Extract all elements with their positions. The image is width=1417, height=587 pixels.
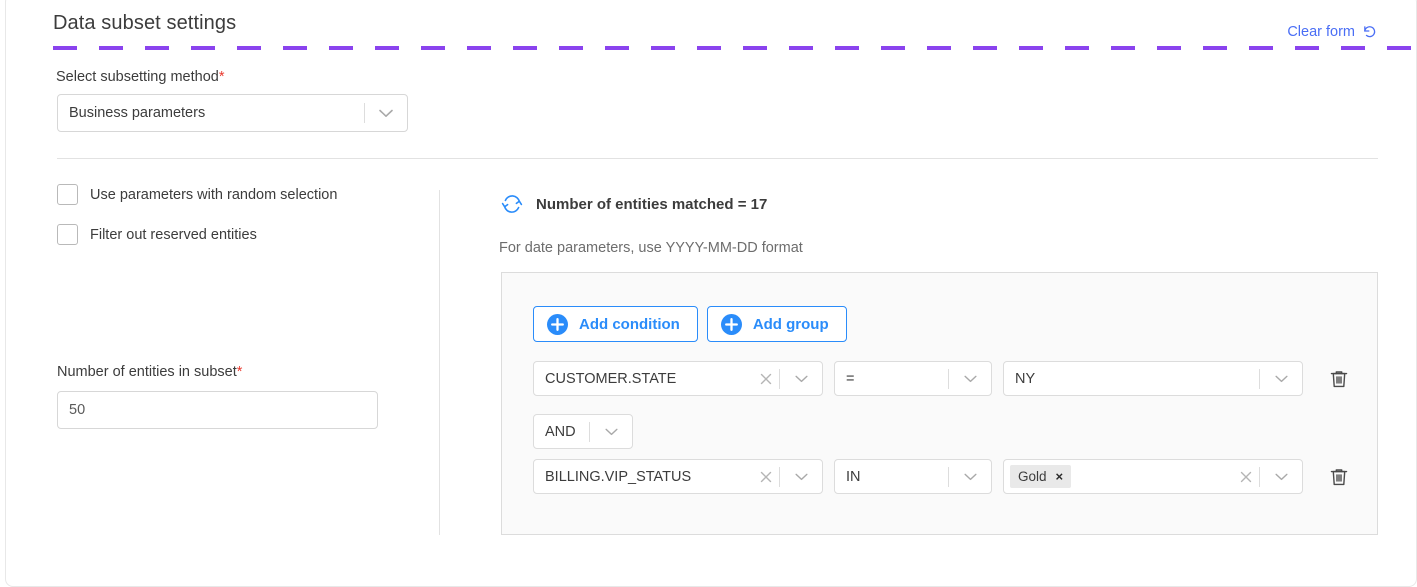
- plus-circle-icon: [547, 313, 568, 335]
- checkbox-filter-reserved[interactable]: Filter out reserved entities: [57, 224, 257, 245]
- refresh-undo-icon: [1361, 23, 1378, 40]
- clear-form-label: Clear form: [1287, 23, 1355, 40]
- entities-count-value: 50: [69, 402, 86, 418]
- checkbox-box[interactable]: [57, 224, 78, 245]
- logical-operator-value: AND: [545, 423, 576, 440]
- entities-count-input[interactable]: 50: [57, 391, 378, 429]
- trash-icon[interactable]: [1328, 368, 1350, 390]
- chevron-down-icon[interactable]: [780, 375, 822, 383]
- value-chip: Gold ×: [1010, 465, 1072, 488]
- subsetting-method-label-text: Select subsetting method: [56, 69, 219, 85]
- checkbox-box[interactable]: [57, 184, 78, 205]
- entities-matched: Number of entities matched = 17: [500, 192, 767, 216]
- subsetting-method-value: Business parameters: [69, 105, 206, 121]
- checkbox-random-selection[interactable]: Use parameters with random selection: [57, 184, 337, 205]
- entities-count-label: Number of entities in subset*: [57, 364, 242, 380]
- condition-value-multiselect[interactable]: Gold ×: [1003, 459, 1303, 494]
- close-x-icon[interactable]: [753, 471, 779, 483]
- query-actions: Add condition Add group: [533, 306, 847, 342]
- chevron-down-icon[interactable]: [949, 473, 991, 481]
- condition-row: CUSTOMER.STATE = NY: [533, 361, 1350, 396]
- required-asterisk: *: [218, 69, 225, 85]
- column-divider: [439, 190, 440, 535]
- condition-field-select[interactable]: CUSTOMER.STATE: [533, 361, 823, 396]
- section-divider: [57, 158, 1378, 159]
- subsetting-method-label: Select subsetting method*: [56, 69, 224, 85]
- required-asterisk: *: [236, 364, 243, 380]
- condition-operator-value: =: [846, 370, 855, 387]
- clear-form-button[interactable]: Clear form: [1287, 23, 1378, 40]
- date-format-hint: For date parameters, use YYYY-MM-DD form…: [499, 240, 803, 256]
- condition-value: NY: [1015, 370, 1036, 387]
- plus-circle-icon: [720, 313, 742, 335]
- condition-operator-select[interactable]: IN: [834, 459, 992, 494]
- condition-row: BILLING.VIP_STATUS IN Gold ×: [533, 459, 1350, 494]
- chevron-down-icon[interactable]: [780, 473, 822, 481]
- checkbox-random-selection-label: Use parameters with random selection: [90, 186, 338, 203]
- close-x-icon[interactable]: [753, 373, 779, 385]
- entities-count-label-text: Number of entities in subset: [57, 364, 237, 380]
- condition-field-select[interactable]: BILLING.VIP_STATUS: [533, 459, 823, 494]
- value-chip-remove-icon[interactable]: ×: [1056, 470, 1064, 483]
- close-x-icon[interactable]: [1233, 471, 1259, 483]
- entities-matched-text: Number of entities matched = 17: [536, 195, 768, 213]
- condition-operator-select[interactable]: =: [834, 361, 992, 396]
- data-subset-settings-card: Data subset settings Clear form Select s…: [5, 0, 1417, 587]
- condition-value-select[interactable]: NY: [1003, 361, 1303, 396]
- chevron-down-icon[interactable]: [1260, 375, 1302, 383]
- add-group-button[interactable]: Add group: [706, 306, 847, 342]
- add-condition-button[interactable]: Add condition: [533, 306, 698, 342]
- refresh-icon[interactable]: [500, 192, 524, 216]
- chevron-down-icon[interactable]: [590, 428, 632, 436]
- condition-field-value: CUSTOMER.STATE: [545, 370, 677, 387]
- checkbox-filter-reserved-label: Filter out reserved entities: [90, 226, 257, 243]
- logical-operator-select[interactable]: AND: [533, 414, 633, 449]
- condition-operator-value: IN: [846, 468, 861, 485]
- logical-operator-row: AND: [533, 414, 633, 449]
- value-chip-label: Gold: [1018, 469, 1047, 484]
- add-group-label: Add group: [752, 315, 829, 333]
- add-condition-label: Add condition: [579, 315, 680, 333]
- chevron-down-icon[interactable]: [1260, 473, 1302, 481]
- subsetting-method-select[interactable]: Business parameters: [57, 94, 408, 132]
- trash-icon[interactable]: [1328, 466, 1350, 488]
- query-builder-panel: Add condition Add group CUSTOMER.STATE =…: [501, 272, 1378, 535]
- condition-field-value: BILLING.VIP_STATUS: [545, 468, 692, 485]
- purple-dashed-divider: [53, 46, 1416, 50]
- page-title: Data subset settings: [53, 12, 237, 34]
- chevron-down-icon[interactable]: [949, 375, 991, 383]
- chevron-down-icon[interactable]: [365, 109, 407, 118]
